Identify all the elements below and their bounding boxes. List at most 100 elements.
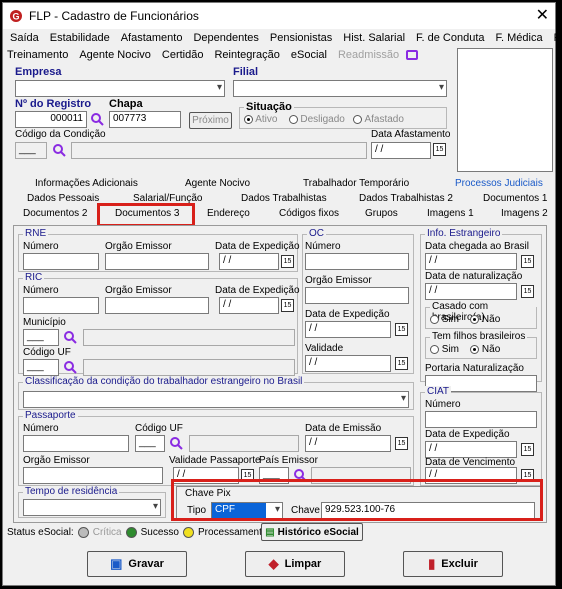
app-logo-icon: G [10, 10, 22, 22]
tab[interactable]: Documentos 2 [23, 208, 87, 219]
menu-item[interactable]: F. Médica [496, 32, 543, 44]
radio-casado-sim[interactable] [430, 314, 439, 324]
tab[interactable]: Imagens 1 [427, 208, 474, 219]
ciat-exp-input[interactable]: / / [425, 441, 517, 458]
tab[interactable]: Trabalhador Temporário [303, 178, 409, 189]
registro-label: Nº do Registro [15, 98, 92, 110]
radio-filhos-sim[interactable] [430, 344, 439, 354]
radio-ativo[interactable] [244, 114, 253, 124]
search-icon[interactable] [63, 360, 77, 374]
radio-casado-nao[interactable] [470, 314, 480, 324]
oc-orgao-input[interactable] [305, 287, 409, 304]
historico-esocial-button[interactable]: ▤ Histórico eSocial [261, 523, 363, 541]
rne-group: RNE Número Orgão Emissor Data de Expediç… [18, 228, 300, 272]
codigo-condicao-label: Código da Condição [15, 129, 106, 140]
calendar-icon[interactable]: 15 [521, 285, 534, 298]
search-icon[interactable] [52, 143, 66, 157]
calendar-icon[interactable]: 15 [395, 323, 408, 336]
tab[interactable]: Endereço [207, 208, 250, 219]
passaporte-validade-label: Validade Passaporte [169, 455, 261, 466]
historico-label: Histórico eSocial [277, 526, 359, 538]
menu-item[interactable]: Hist. Salarial [343, 32, 405, 44]
ric-orgao-label: Orgão Emissor [105, 285, 172, 296]
tabs-row-2: Dados Pessoais Salarial/Função Dados Traba… [15, 193, 549, 208]
calendar-icon[interactable]: 15 [395, 437, 408, 450]
ric-orgao-input[interactable] [105, 297, 209, 314]
tab[interactable]: Agente Nocivo [185, 178, 250, 189]
ric-uf-input[interactable]: ___ [23, 359, 59, 376]
passaporte-emissao-label: Data de Emissão [305, 423, 382, 434]
excluir-button[interactable]: ▮ Excluir [403, 551, 503, 577]
tab[interactable]: Informações Adicionais [35, 178, 138, 189]
radio-filhos-nao[interactable] [470, 344, 480, 354]
calendar-icon[interactable]: 15 [281, 255, 294, 268]
ric-numero-input[interactable] [23, 297, 99, 314]
tab[interactable]: Códigos fixos [279, 208, 339, 219]
search-icon[interactable] [63, 330, 77, 344]
chat-icon[interactable] [406, 49, 419, 60]
highlight-chave-pix [171, 479, 543, 521]
oc-validade-input[interactable]: / / [305, 355, 391, 372]
gravar-button[interactable]: ▣ Gravar [87, 551, 187, 577]
filhos-title: Tem filhos brasileiros [430, 331, 528, 342]
menu-item[interactable]: Afastamento [121, 32, 183, 44]
proximo-button[interactable]: Próximo [189, 112, 232, 129]
calendar-icon[interactable]: 15 [521, 255, 534, 268]
tempo-select[interactable] [23, 499, 161, 516]
ric-data-input[interactable]: / / [219, 297, 279, 314]
radio-afastado[interactable] [353, 114, 363, 124]
passaporte-orgao-input[interactable] [23, 467, 163, 484]
data-chegada-input[interactable]: / / [425, 253, 517, 270]
data-afastamento-input[interactable]: / / [371, 142, 431, 159]
ric-group: RIC Número Orgão Emissor Data de Expediç… [18, 272, 300, 376]
menu-item[interactable]: Férias [554, 32, 562, 44]
menu-item[interactable]: Treinamento [7, 49, 68, 61]
tab[interactable]: Dados Trabalhistas 2 [359, 193, 453, 204]
limpar-button[interactable]: ◆ Limpar [245, 551, 345, 577]
calendar-icon[interactable]: 15 [433, 143, 446, 156]
rne-data-input[interactable]: / / [219, 253, 279, 270]
classificacao-select[interactable] [23, 391, 409, 408]
registro-input[interactable]: 000011 [15, 111, 87, 128]
filhos-group: Tem filhos brasileiros Sim Não [425, 331, 537, 359]
menu-item[interactable]: Reintegração [214, 49, 279, 61]
passaporte-emissao-input[interactable]: / / [305, 435, 391, 452]
calendar-icon[interactable]: 15 [395, 357, 408, 370]
sim-label: Sim [441, 314, 460, 325]
menu-item[interactable]: Estabilidade [50, 32, 110, 44]
tab[interactable]: Imagens 2 [501, 208, 548, 219]
menu-item[interactable]: Agente Nocivo [79, 49, 151, 61]
close-icon[interactable]: ✕ [536, 5, 549, 25]
ciat-numero-input[interactable] [425, 411, 537, 428]
search-icon[interactable] [169, 436, 183, 450]
oc-numero-input[interactable] [305, 253, 409, 270]
menu-item[interactable]: Dependentes [193, 32, 258, 44]
filial-select[interactable] [233, 80, 447, 97]
tab[interactable]: Processos Judiciais [455, 178, 543, 189]
radio-desligado[interactable] [288, 114, 298, 124]
menu-item[interactable]: Saída [10, 32, 39, 44]
menu-item[interactable]: Certidão [162, 49, 204, 61]
oc-data-input[interactable]: / / [305, 321, 391, 338]
tab[interactable]: Documentos 1 [483, 193, 547, 204]
tab[interactable]: Dados Pessoais [27, 193, 99, 204]
tab[interactable]: Dados Trabalhistas [241, 193, 327, 204]
passaporte-numero-input[interactable] [23, 435, 129, 452]
rne-numero-input[interactable] [23, 253, 99, 270]
menu-item[interactable]: F. de Conduta [416, 32, 485, 44]
passaporte-uf-input[interactable]: ___ [135, 435, 165, 452]
search-icon[interactable] [90, 112, 104, 126]
menu-item[interactable]: eSocial [291, 49, 327, 61]
codigo-condicao-input[interactable]: ___ [15, 142, 47, 159]
tab[interactable]: Grupos [365, 208, 398, 219]
oc-data-label: Data de Expedição [305, 309, 390, 320]
calendar-icon[interactable]: 15 [521, 443, 534, 456]
empresa-select[interactable] [15, 80, 225, 97]
menu-item[interactable]: Pensionistas [270, 32, 332, 44]
rne-orgao-input[interactable] [105, 253, 209, 270]
passaporte-uf-label: Código UF [135, 423, 183, 434]
ric-municipio-input[interactable]: ___ [23, 329, 59, 346]
data-naturalizacao-input[interactable]: / / [425, 283, 517, 300]
calendar-icon[interactable]: 15 [281, 299, 294, 312]
chapa-input[interactable]: 007773 [109, 111, 181, 128]
